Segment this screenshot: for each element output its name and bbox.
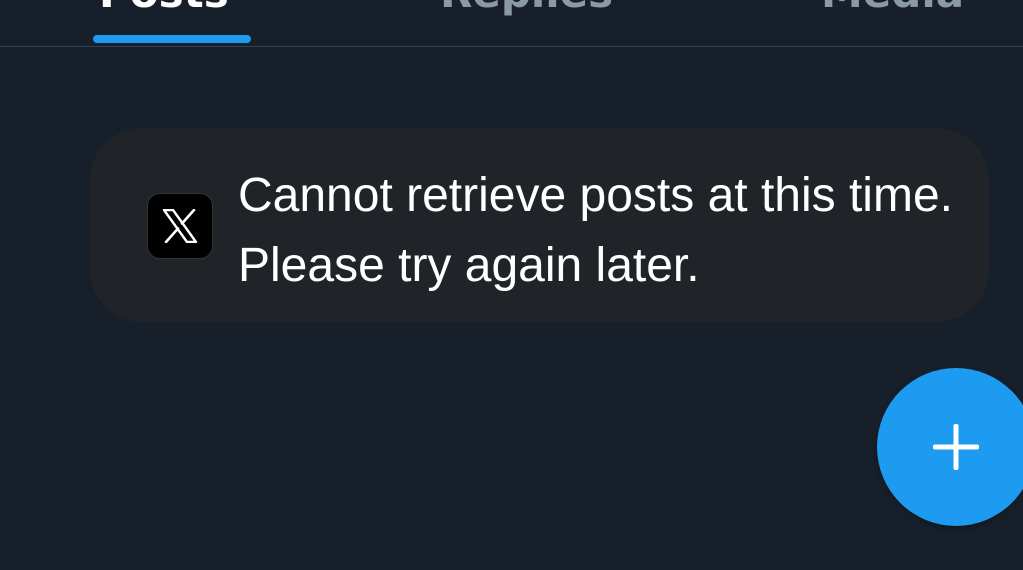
compose-post-button[interactable] (877, 368, 1023, 526)
tab-posts[interactable]: Posts (99, 0, 229, 14)
tab-media[interactable]: Media (821, 0, 964, 14)
x-logo-glyph (162, 209, 198, 243)
plus-icon (933, 424, 979, 470)
profile-tab-bar: Posts Replies Media (0, 0, 1023, 47)
error-message: Cannot retrieve posts at this time. Plea… (238, 169, 953, 292)
error-notice: Cannot retrieve posts at this time. Plea… (90, 128, 989, 322)
x-logo-icon (147, 193, 213, 259)
tab-replies[interactable]: Replies (440, 0, 613, 14)
profile-posts-page: Posts Replies Media Cannot retrieve post… (0, 0, 1023, 570)
active-tab-indicator (93, 35, 251, 43)
